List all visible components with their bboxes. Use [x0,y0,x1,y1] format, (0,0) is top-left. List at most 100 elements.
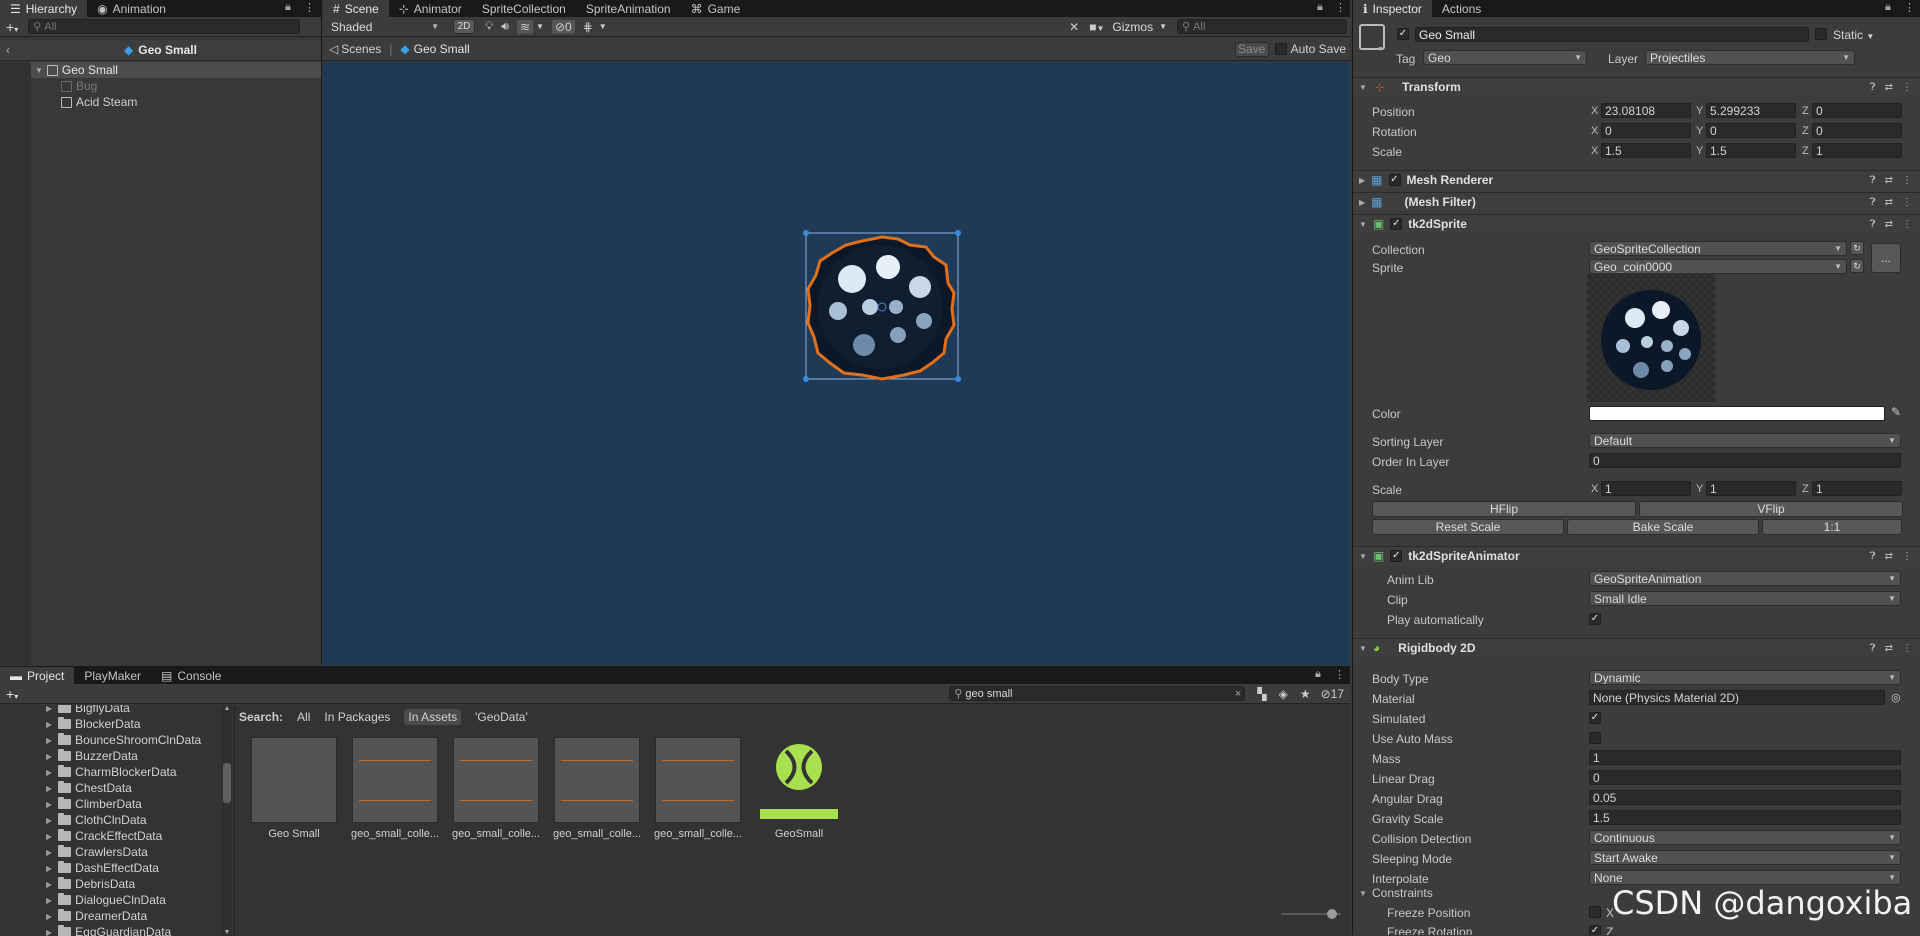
preset-icon[interactable]: ⇄ [1885,551,1893,562]
scene-viewport[interactable] [323,62,1350,665]
collection-select-button[interactable]: ↻ [1850,241,1864,255]
foldout-arrow-icon[interactable]: ▼ [1359,83,1367,92]
rigidbody2d-header[interactable]: ▼ ◕ Rigidbody 2D ❓︎⇄⋮ [1353,638,1920,657]
add-button[interactable]: +▾ [6,19,18,35]
tab-hierarchy[interactable]: ☰Hierarchy [0,0,87,17]
bake-scale-button[interactable]: Bake Scale [1567,519,1759,535]
gravity-scale-field[interactable]: 1.5 [1589,810,1901,825]
one-to-one-button[interactable]: 1:1 [1762,519,1902,535]
tk2dspriteanimator-header[interactable]: ▼ ▣ ✓ tk2dSpriteAnimator ❓︎⇄⋮ [1353,546,1920,565]
2d-toggle[interactable]: 2D [453,19,475,34]
auto-save-checkbox[interactable] [1275,43,1287,55]
folder-item[interactable]: ▶ClothClnData [46,813,147,827]
more-menu-icon[interactable]: ⋮ [1334,668,1345,681]
folder-item[interactable]: ▶DialogueClnData [46,893,166,907]
folder-item[interactable]: ▶CharmBlockerData [46,765,177,779]
component-menu-icon[interactable]: ⋮ [1902,219,1912,230]
play-automatically-checkbox[interactable]: ✓ [1589,613,1601,625]
hierarchy-search-input[interactable]: ⚲All [28,19,300,34]
tab-animation[interactable]: ◉Animation [87,0,176,17]
position-y-field[interactable]: 5.299233 [1706,103,1796,118]
tab-inspector[interactable]: ℹInspector [1353,0,1432,17]
tab-scene[interactable]: #Scene [323,0,389,17]
constraints-foldout-icon[interactable]: ▼ [1359,889,1367,898]
more-menu-icon[interactable]: ⋮ [1335,1,1346,14]
interpolate-dropdown[interactable]: None▼ [1589,870,1901,885]
folder-item[interactable]: ▶DreamerData [46,909,147,923]
chevron-down-icon[interactable]: ▼ [599,22,607,31]
tab-game[interactable]: ⌘Game [681,0,751,17]
tab-actions[interactable]: Actions [1432,0,1491,17]
geo-coin-sprite[interactable] [798,227,968,397]
preset-icon[interactable]: ⇄ [1885,197,1893,208]
freeze-position-x-checkbox[interactable] [1589,906,1601,918]
chevron-down-icon[interactable]: ▼ [1159,22,1167,31]
scope-in-packages[interactable]: In Packages [324,710,390,724]
rotation-y-field[interactable]: 0 [1706,123,1796,138]
sprite-scale-x-field[interactable]: 1 [1601,481,1691,496]
preset-icon[interactable]: ⇄ [1885,82,1893,93]
foldout-arrow-icon[interactable]: ▶ [46,832,52,841]
help-icon[interactable]: ❓︎ [1870,175,1876,186]
sprite-select-button[interactable]: ↻ [1850,259,1864,273]
sprite-scale-z-field[interactable]: 1 [1812,481,1902,496]
shading-dropdown[interactable]: Shaded▼ [326,19,444,34]
folder-item[interactable]: ▶BuzzerData [46,749,138,763]
foldout-arrow-icon[interactable]: ▶ [46,816,52,825]
help-icon[interactable]: ❓︎ [1870,197,1876,208]
favorite-star-icon[interactable]: ★ [1300,687,1311,701]
transform-header[interactable]: ▼ ⊹ Transform ❓︎⇄⋮ [1353,77,1920,96]
foldout-arrow-icon[interactable]: ▶ [46,720,52,729]
asset-geo-small-collection-4[interactable]: geo_small_colle... [654,737,742,840]
scale-z-field[interactable]: 1 [1812,143,1902,158]
zoom-slider[interactable] [1281,909,1341,919]
foldout-arrow-icon[interactable]: ▶ [46,880,52,889]
effects-icon[interactable]: ≋ [517,20,533,34]
foldout-arrow-icon[interactable]: ▶ [46,752,52,761]
tab-animator[interactable]: ⊹Animator [389,0,472,17]
collection-dropdown[interactable]: GeoSpriteCollection▼ [1589,241,1847,256]
component-menu-icon[interactable]: ⋮ [1902,643,1912,654]
rotation-z-field[interactable]: 0 [1812,123,1902,138]
foldout-arrow-icon[interactable]: ▶ [46,848,52,857]
camera-icon[interactable]: ■▼ [1089,20,1104,34]
tab-playmaker[interactable]: PlayMaker [74,667,151,684]
mesh-renderer-checkbox[interactable]: ✓ [1389,174,1401,186]
folder-item[interactable]: ▶DashEffectData [46,861,159,875]
asset-geo-small-collection-2[interactable]: geo_small_colle... [452,737,540,840]
clear-search-icon[interactable]: × [1235,688,1241,700]
tab-spriteanimation[interactable]: SpriteAnimation [576,0,681,17]
lock-icon[interactable]: 🔒︎ [285,1,291,14]
filter-label-icon[interactable]: ◈ [1279,687,1288,701]
freeze-rotation-z-checkbox[interactable]: ✓ [1589,925,1601,935]
anim-lib-dropdown[interactable]: GeoSpriteAnimation▼ [1589,571,1901,586]
collision-detection-dropdown[interactable]: Continuous▼ [1589,830,1901,845]
asset-geo-small-collection-1[interactable]: geo_small_colle... [351,737,439,840]
preset-icon[interactable]: ⇄ [1885,175,1893,186]
rotation-x-field[interactable]: 0 [1601,123,1691,138]
sprite-dropdown[interactable]: Geo_coin0000▼ [1589,259,1847,274]
preset-icon[interactable]: ⇄ [1885,643,1893,654]
hierarchy-item-geo-small[interactable]: ▼Geo Small [35,63,118,77]
vflip-button[interactable]: VFlip [1639,501,1903,517]
eyedropper-icon[interactable]: ✎ [1891,405,1901,419]
foldout-arrow-icon[interactable]: ▶ [46,768,52,777]
hierarchy-item-bug[interactable]: Bug [61,79,97,93]
project-search-input[interactable]: ⚲geo small× [949,686,1245,701]
audio-icon[interactable]: 🔊︎ [501,19,509,34]
gizmos-button[interactable]: Gizmos [1112,20,1153,34]
sorting-layer-dropdown[interactable]: Default▼ [1589,433,1901,448]
foldout-arrow-icon[interactable]: ▶ [1359,198,1365,207]
scroll-up-arrow[interactable]: ▲ [222,705,232,712]
folder-item[interactable]: ▶BounceShroomClnData [46,733,201,747]
foldout-arrow-icon[interactable]: ▶ [46,864,52,873]
more-menu-icon[interactable]: ⋮ [1904,1,1915,14]
body-type-dropdown[interactable]: Dynamic▼ [1589,670,1901,685]
foldout-arrow-icon[interactable]: ▶ [46,896,52,905]
expand-arrow-icon[interactable]: ▼ [35,66,43,75]
folder-item[interactable]: ▶DebrisData [46,877,135,891]
hflip-button[interactable]: HFlip [1372,501,1636,517]
scope-in-assets[interactable]: In Assets [404,709,461,725]
asset-geo-small-collection-3[interactable]: geo_small_colle... [553,737,641,840]
sleeping-mode-dropdown[interactable]: Start Awake▼ [1589,850,1901,865]
